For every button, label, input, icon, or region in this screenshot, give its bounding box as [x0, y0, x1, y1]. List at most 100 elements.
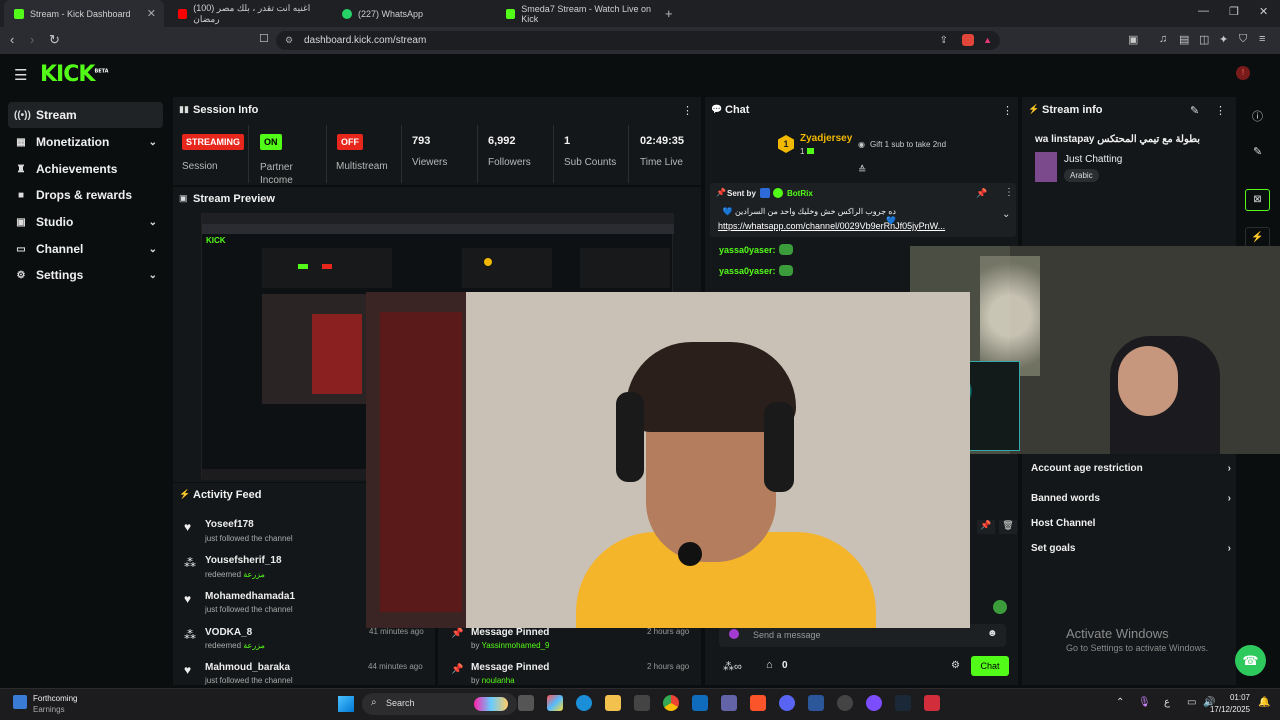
emoji-icon[interactable]: ☻: [987, 628, 998, 639]
notifications-icon[interactable]: 🔔: [1258, 697, 1270, 708]
brave-icon[interactable]: [750, 695, 766, 711]
kick-logo[interactable]: KICKBETA: [40, 62, 109, 87]
new-tab-icon[interactable]: +: [665, 6, 673, 21]
tab-youtube[interactable]: (100) اغنيه انت تقدر ، بلك مصر رمضان: [168, 0, 328, 27]
store-icon[interactable]: ⌂: [766, 659, 773, 671]
kebab-menu-icon[interactable]: ⋮: [1002, 104, 1013, 117]
teams-icon[interactable]: [721, 695, 737, 711]
widget-title[interactable]: Forthcoming: [33, 694, 77, 703]
tab-smeda7-stream[interactable]: Smeda7 Stream - Watch Live on Kick: [496, 0, 660, 27]
delete-icon[interactable]: 🗑: [999, 520, 1017, 534]
info-icon[interactable]: ⓘ: [1252, 108, 1263, 124]
copilot-icon[interactable]: [547, 695, 563, 711]
site-info-icon[interactable]: ⚙: [285, 31, 293, 50]
menu-host-channel[interactable]: Host Channel: [1031, 518, 1231, 529]
sidebar-toggle-icon[interactable]: ▤: [1179, 33, 1189, 46]
share-icon[interactable]: ⇪: [940, 31, 948, 50]
windows-start-icon[interactable]: [338, 696, 354, 712]
app-icon[interactable]: [866, 695, 882, 711]
chat-username[interactable]: yassa0yaser:: [719, 245, 776, 255]
sidebar-item-settings[interactable]: ⚙ Settings ⌄: [8, 262, 163, 288]
minimize-icon[interactable]: —: [1198, 5, 1209, 17]
wallet-icon[interactable]: ◫: [1199, 33, 1209, 46]
hamburger-menu-icon[interactable]: ☰: [14, 66, 27, 84]
clock-time[interactable]: 01:07: [1220, 693, 1250, 702]
gift-prompt[interactable]: Gift 1 sub to take 2nd: [870, 140, 946, 149]
url-bar[interactable]: ⚙ dashboard.kick.com/stream ⇪ ▲: [276, 31, 1000, 50]
activity-username[interactable]: VODKA_8: [205, 627, 252, 638]
store-icon[interactable]: [634, 695, 650, 711]
points-icon[interactable]: ⁂∞: [723, 660, 742, 673]
tab-kick-dashboard[interactable]: Stream - Kick Dashboard ✕: [4, 0, 164, 27]
weather-icon[interactable]: [13, 695, 27, 709]
file-explorer-icon[interactable]: [605, 695, 621, 711]
collapse-icon[interactable]: ≙: [858, 165, 866, 176]
chrome-icon[interactable]: [663, 695, 679, 711]
mic-icon[interactable]: 🎙: [1138, 697, 1151, 708]
partner-income-badge[interactable]: ON: [260, 134, 282, 150]
app-icon[interactable]: [924, 695, 940, 711]
task-view-icon[interactable]: [518, 695, 534, 711]
sidebar-item-studio[interactable]: ▣ Studio ⌄: [8, 209, 163, 235]
pinned-user[interactable]: noulanha: [482, 676, 515, 685]
steam-icon[interactable]: [895, 695, 911, 711]
activity-username[interactable]: Yoseef178: [205, 519, 254, 530]
extensions-icon[interactable]: ✦: [1219, 33, 1228, 46]
kebab-menu-icon[interactable]: ⋮: [682, 104, 693, 117]
close-tab-icon[interactable]: ✕: [147, 7, 156, 20]
language-indicator[interactable]: ع: [1164, 697, 1170, 708]
unpin-icon[interactable]: 📌: [976, 188, 987, 199]
sidebar-item-channel[interactable]: ▭ Channel ⌄: [8, 236, 163, 262]
send-chat-button[interactable]: Chat: [971, 656, 1009, 676]
pin-icon[interactable]: 📌: [977, 520, 995, 534]
pinned-link[interactable]: https://whatsapp.com/channel/0029Vb9erRn…: [718, 221, 988, 231]
activity-username[interactable]: Yousefsherif_18: [205, 555, 282, 566]
menu-banned-words[interactable]: Banned words ›: [1031, 493, 1231, 504]
avatar[interactable]: !: [1236, 66, 1250, 80]
network-icon[interactable]: ▭: [1187, 697, 1196, 708]
sidebar-item-achievements[interactable]: ♜ Achievements: [8, 156, 163, 182]
sidebar-item-drops-rewards[interactable]: ■ Drops & rewards: [8, 182, 163, 208]
pinned-user[interactable]: Yassinmohamed_9: [482, 641, 550, 650]
reload-icon[interactable]: ↻: [49, 32, 60, 48]
sidebar-item-stream[interactable]: ((•)) Stream: [8, 102, 163, 128]
bookmark-icon[interactable]: ☐: [259, 32, 269, 45]
word-icon[interactable]: [808, 695, 824, 711]
brave-shield-icon[interactable]: [962, 34, 974, 46]
app-icon[interactable]: [837, 695, 853, 711]
discord-icon[interactable]: [779, 695, 795, 711]
chat-username[interactable]: yassa0yaser:: [719, 266, 776, 276]
bot-name[interactable]: BotRix: [787, 189, 813, 198]
category-name[interactable]: Just Chatting: [1064, 154, 1122, 165]
menu-account-age-restriction[interactable]: Account age restriction ›: [1031, 463, 1231, 474]
activity-username[interactable]: Mahmoud_baraka: [205, 662, 290, 673]
gear-icon[interactable]: ⚙: [951, 660, 960, 671]
media-icon[interactable]: ♫: [1159, 33, 1167, 45]
edit-icon[interactable]: ✎: [1190, 104, 1199, 117]
kebab-menu-icon[interactable]: ⋮: [1215, 104, 1226, 117]
forward-icon[interactable]: ›: [30, 32, 34, 47]
vpn-icon[interactable]: ⛉: [1239, 33, 1247, 46]
category-thumbnail[interactable]: [1035, 152, 1057, 182]
outlook-icon[interactable]: [692, 695, 708, 711]
sidebar-item-monetization[interactable]: ▦ Monetization ⌄: [8, 129, 163, 155]
maximize-icon[interactable]: ❐: [1229, 5, 1239, 18]
clock-date[interactable]: 17/12/2025: [1200, 705, 1250, 714]
close-window-icon[interactable]: ✕: [1259, 5, 1268, 18]
taskbar-search[interactable]: ⌕ Search: [362, 693, 517, 715]
activity-username[interactable]: Mohamedhamada1: [205, 591, 295, 602]
chevron-up-icon[interactable]: ⌃: [1116, 697, 1124, 708]
mod-view-icon[interactable]: ⊠: [1245, 189, 1270, 211]
menu-icon[interactable]: ≡: [1259, 33, 1265, 45]
tab-whatsapp[interactable]: (227) WhatsApp: [332, 0, 492, 27]
chevron-down-icon[interactable]: ⌄: [1002, 209, 1010, 220]
back-icon[interactable]: ‹: [10, 32, 14, 47]
screenshot-icon[interactable]: ▣: [1128, 33, 1138, 46]
support-chat-icon[interactable]: ☎: [1235, 645, 1266, 676]
brave-rewards-icon[interactable]: ▲: [983, 31, 992, 50]
edit-icon[interactable]: ✎: [1253, 145, 1262, 158]
menu-set-goals[interactable]: Set goals ›: [1031, 543, 1231, 554]
edge-icon[interactable]: [576, 695, 592, 711]
kebab-menu-icon[interactable]: ⋮: [1004, 187, 1014, 198]
multistream-badge[interactable]: OFF: [337, 134, 363, 150]
